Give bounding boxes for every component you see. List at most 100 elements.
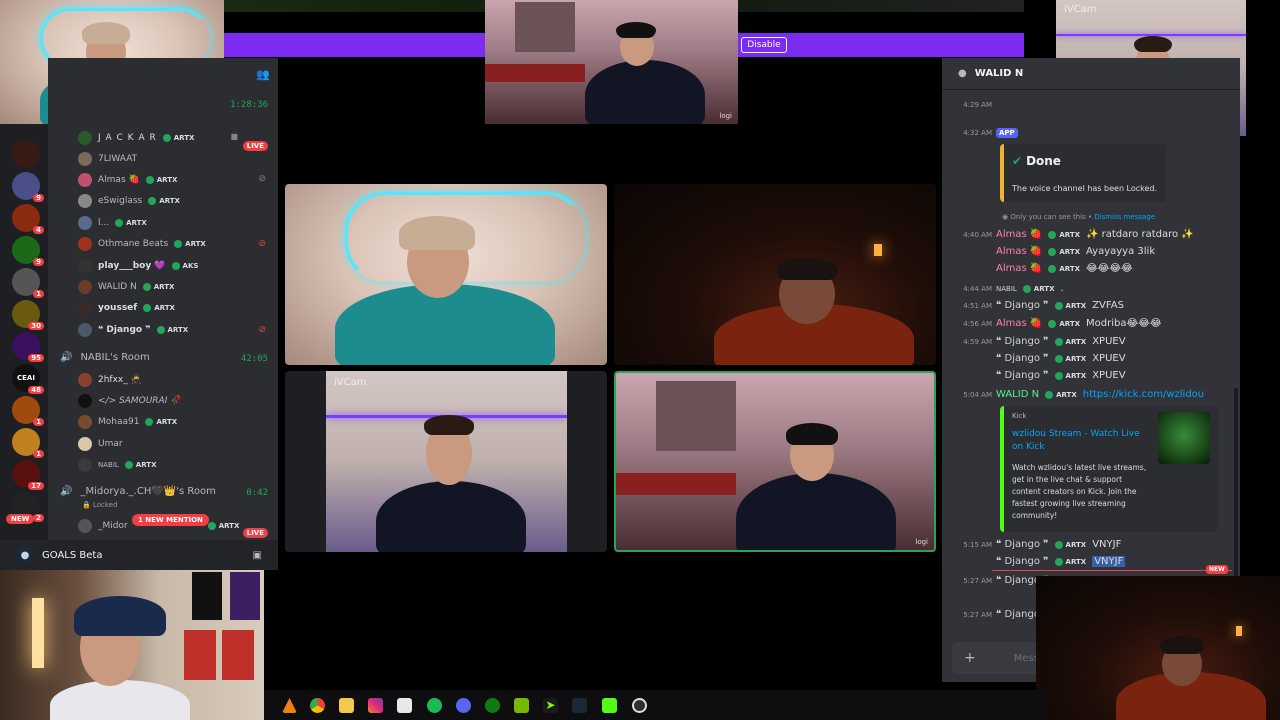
server-icon[interactable]: 1 [12, 396, 44, 426]
activity-bar[interactable]: ● GOALS Beta ▣ [0, 540, 278, 570]
mic-off-icon: ⊘ [258, 325, 266, 335]
server-icon[interactable]: 9 [12, 172, 44, 202]
person-body [736, 473, 896, 550]
video-tile-dark[interactable] [614, 184, 936, 365]
dismiss-link[interactable]: Dismiss message [1094, 213, 1155, 221]
app-badge: APP [996, 127, 1018, 138]
voice-user[interactable]: Almas 🍓 ARTX [78, 170, 177, 190]
video-tile-pink[interactable]: logi [614, 371, 936, 552]
ivcam-label: iVCam [1064, 4, 1097, 15]
bed [616, 473, 736, 495]
server-icon[interactable]: 30 [12, 300, 44, 330]
steam-icon: ● [16, 546, 34, 564]
disable-button[interactable]: Disable [741, 37, 787, 53]
new-divider [992, 570, 1232, 571]
nvidia-icon[interactable] [514, 698, 529, 713]
person-hair [777, 258, 837, 280]
top-timer: 1:28:36 [230, 100, 268, 110]
voice-user[interactable]: 2hfxx_ 🥷 [78, 370, 142, 390]
new-badge: NEW [6, 514, 35, 524]
chat-header: ● WALID N [942, 58, 1240, 90]
voice-user[interactable]: ❝ Django ❞ ARTX [78, 320, 188, 340]
add-friend-icon[interactable]: 👥 [256, 68, 270, 81]
voice-user[interactable]: youssef ARTX [78, 298, 175, 318]
chat-message: 4:56 AM Almas 🍓 ARTX Modriba😂😂😂 [963, 318, 1162, 329]
chat-message: Almas 🍓 ARTX 😂😂😂😂 [996, 263, 1133, 274]
video-tile-ivcam[interactable]: iVCam [285, 371, 607, 552]
new-mention-pill[interactable]: 1 NEW MENTION [132, 514, 209, 526]
voice-user[interactable]: Mohaa91 ARTX [78, 412, 177, 432]
live-badge: LIVE [242, 520, 268, 539]
voice-user[interactable]: play___boy 💜 AKS [78, 256, 198, 276]
thread-icon: ● [958, 68, 967, 79]
obs-icon[interactable] [632, 698, 647, 713]
person-cap [616, 22, 656, 38]
spotify-icon[interactable] [427, 698, 442, 713]
channel-list: 👥 1:28:36 J A C K A R ARTX LIVE ■ 7LIWAAT… [48, 58, 278, 540]
server-icon[interactable]: 9 [12, 236, 44, 266]
server-icon[interactable]: CEAI 48 [12, 364, 44, 394]
server-icon[interactable] [12, 140, 40, 168]
taskbar: ➤ [264, 690, 1044, 720]
voice-user[interactable]: NABIL ARTX [78, 455, 156, 475]
person-body [50, 680, 190, 720]
voice-user[interactable]: J A C K A R ARTX [78, 128, 194, 148]
server-icon[interactable]: 1 [12, 268, 44, 298]
add-attachment-icon[interactable]: + [964, 650, 976, 666]
vlc-icon[interactable] [282, 698, 297, 713]
person-hair [1134, 36, 1172, 52]
chat-scrollbar[interactable] [1234, 388, 1238, 588]
activity-name: GOALS Beta [42, 549, 103, 561]
jersey [222, 630, 254, 680]
person-cap [786, 423, 838, 445]
done-text: The voice channel has been Locked. [1012, 184, 1158, 193]
jersey [230, 572, 260, 620]
embed-description: Watch wzlidou's latest live streams, get… [1012, 463, 1147, 520]
instagram-icon[interactable] [368, 698, 383, 713]
server-icon[interactable]: 17 [12, 460, 44, 490]
lamp [32, 598, 44, 668]
server-list: 9 4 9 1 30 95 CEAI 48 1 1 17 2 NEW [0, 124, 48, 570]
store-icon[interactable] [397, 698, 412, 713]
kick-link[interactable]: https://kick.com/wzlidou [1083, 389, 1204, 400]
room-timer: 0:42 [246, 488, 268, 498]
voice-user[interactable]: WALID N ARTX [78, 277, 174, 297]
voice-user[interactable]: Othmane Beats ARTX [78, 234, 206, 254]
chat-message: 4:59 AM ❝ Django ❞ ARTX XPUEV [963, 336, 1126, 347]
video-tile-teal[interactable] [285, 184, 607, 365]
voice-user[interactable]: </> SAMOURAI 🥀 [78, 391, 181, 411]
webcam-bottom-right [1036, 576, 1280, 720]
bed [485, 64, 585, 82]
chat-message: 5:04 AM WALID N ARTX https://kick.com/wzlid… [963, 389, 1205, 400]
voice-user[interactable]: eSwiglass ARTX [78, 191, 180, 211]
voice-room[interactable]: 🔊 _Midorya._.CH🖤👑's Room [60, 486, 216, 497]
voice-user[interactable]: 7LIWAAT [78, 149, 137, 169]
person-body [376, 481, 526, 552]
kick-icon[interactable] [602, 698, 617, 713]
arrow-icon[interactable]: ➤ [543, 698, 558, 713]
embed-title[interactable]: wzlidou Stream - Watch Live on Kick [1012, 428, 1142, 454]
steam-taskbar-icon[interactable] [572, 698, 587, 713]
voice-user[interactable]: Umar [78, 434, 123, 454]
webcam-bottom-left [0, 570, 264, 720]
discord-icon[interactable] [456, 698, 471, 713]
server-icon[interactable]: 95 [12, 332, 44, 362]
voice-room[interactable]: 🔊 NABIL's Room [60, 352, 150, 363]
chat-message: ❝ Django ❞ ARTX VNYJF [996, 556, 1126, 567]
screen-icon[interactable]: ▣ [253, 550, 262, 561]
server-icon[interactable]: 4 [12, 204, 44, 234]
lamp-glow [1236, 626, 1242, 636]
xbox-icon[interactable] [485, 698, 500, 713]
window-frame [515, 2, 575, 52]
chat-message: 5:15 AM ❝ Django ❞ ARTX VNYJF [963, 539, 1122, 550]
person-cap [399, 216, 475, 250]
person-body [585, 60, 705, 124]
speaker-icon: 🔊 [60, 486, 73, 497]
chrome-icon[interactable] [310, 698, 325, 713]
voice-user[interactable]: l... ARTX [78, 213, 147, 233]
lamp-glow [874, 244, 882, 256]
folder-icon[interactable] [339, 698, 354, 713]
done-embed: ✔ Done The voice channel has been Locked. [1000, 144, 1166, 202]
window-frame [656, 381, 736, 451]
server-icon[interactable]: 1 [12, 428, 44, 458]
